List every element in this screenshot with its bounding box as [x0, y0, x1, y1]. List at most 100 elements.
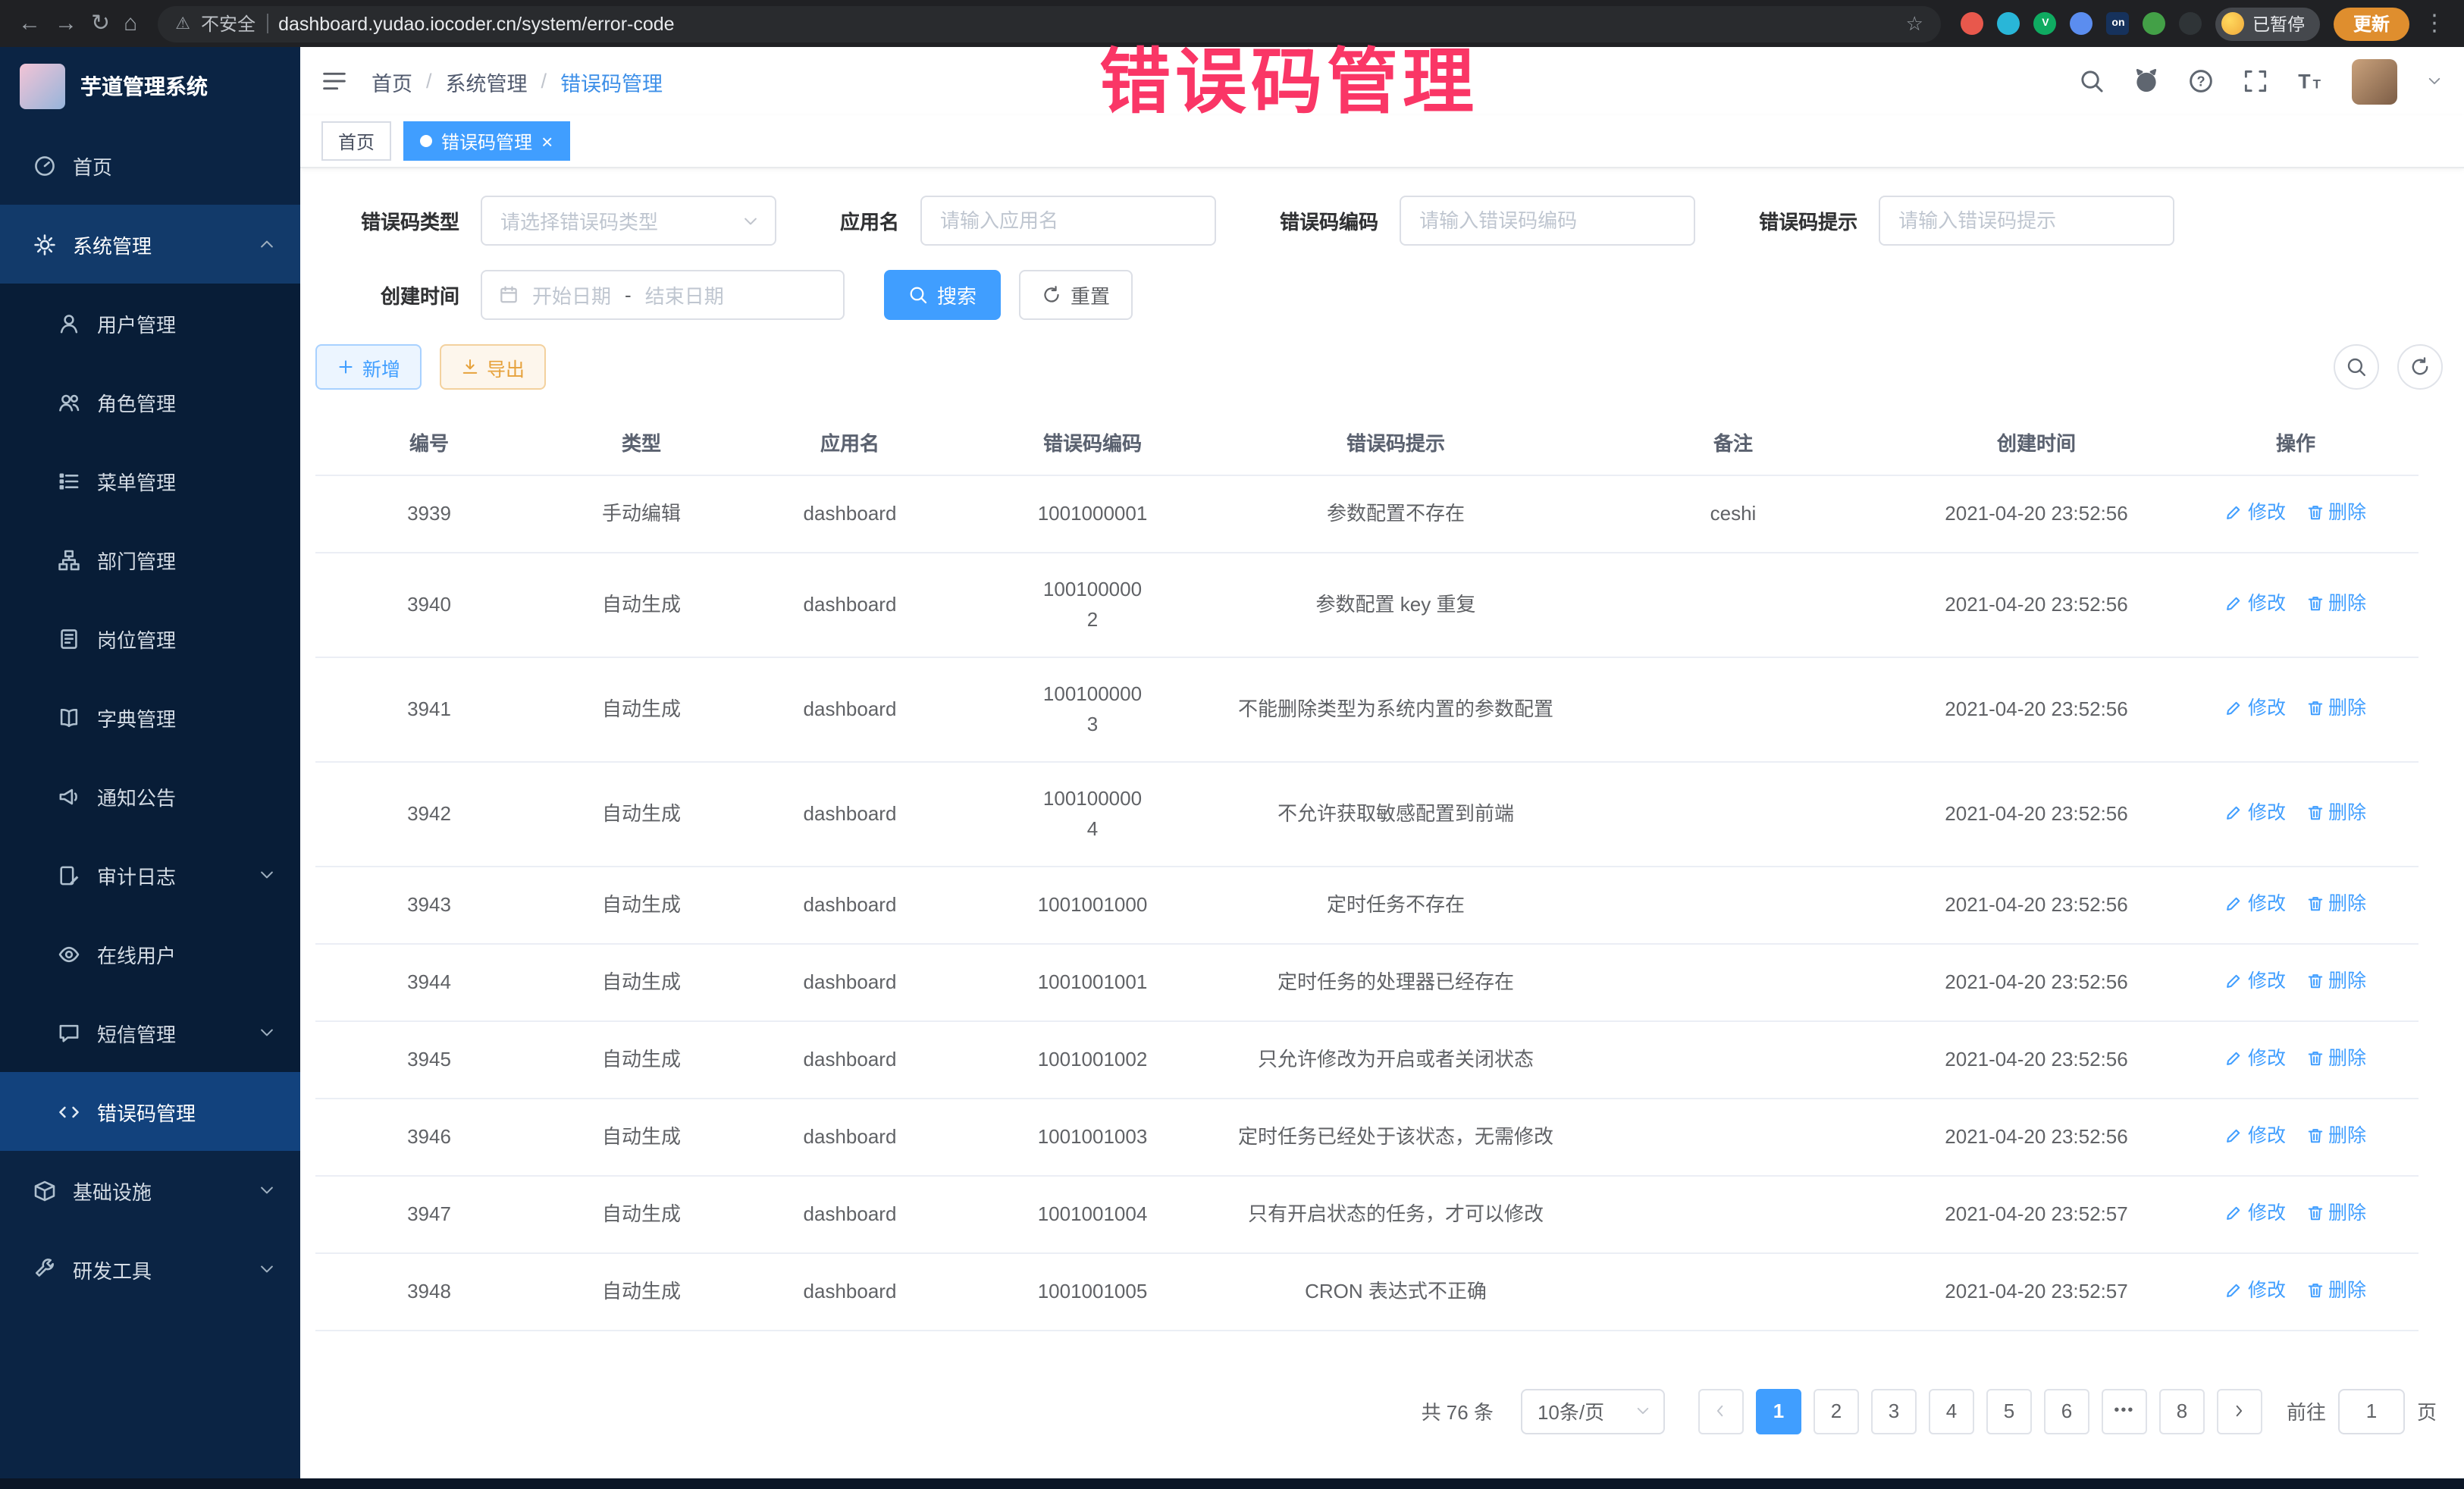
prev-page-button[interactable]	[1698, 1388, 1744, 1434]
cell-msg: 定时任务已经处于该状态，无需修改	[1225, 1098, 1566, 1175]
browser-home-icon[interactable]: ⌂	[124, 12, 137, 35]
error-type-select[interactable]: 请选择错误码类型	[481, 196, 776, 246]
sidebar-item-devtools[interactable]: 研发工具	[0, 1230, 300, 1309]
pager-ellipsis[interactable]: •••	[2102, 1388, 2147, 1434]
sidebar-item-home[interactable]: 首页	[0, 126, 300, 205]
extension-leaf-icon[interactable]	[2143, 12, 2166, 35]
delete-link[interactable]: 删除	[2306, 692, 2366, 723]
delete-link[interactable]: 删除	[2306, 1120, 2366, 1150]
browser-menu-icon[interactable]: ⋮	[2423, 12, 2446, 35]
address-bar[interactable]: ⚠ 不安全 dashboard.yudao.iocoder.cn/system/…	[157, 5, 1942, 42]
edit-link[interactable]: 修改	[2225, 797, 2286, 827]
error-code-input[interactable]	[1400, 196, 1695, 246]
page-button-3[interactable]: 3	[1871, 1388, 1917, 1434]
tab-close-icon[interactable]: ×	[541, 131, 553, 151]
column-header: 创建时间	[1900, 411, 2173, 475]
sidebar-item-user[interactable]: 用户管理	[0, 284, 300, 362]
cell-code: 1001001002	[960, 1020, 1225, 1098]
delete-link[interactable]: 删除	[2306, 1197, 2366, 1227]
reset-button[interactable]: 重置	[1019, 270, 1133, 320]
sidebar-item-infra[interactable]: 基础设施	[0, 1151, 300, 1230]
update-button[interactable]: 更新	[2334, 7, 2409, 40]
delete-link[interactable]: 删除	[2306, 965, 2366, 995]
extension-dark-pin-icon[interactable]	[2180, 12, 2202, 35]
delete-link[interactable]: 删除	[2306, 588, 2366, 618]
sidebar-item-role[interactable]: 角色管理	[0, 362, 300, 441]
next-page-button[interactable]	[2217, 1388, 2262, 1434]
user-avatar[interactable]	[2352, 58, 2397, 104]
app-name-input[interactable]	[920, 196, 1216, 246]
page-button-6[interactable]: 6	[2044, 1388, 2089, 1434]
edit-link[interactable]: 修改	[2225, 965, 2286, 995]
cell-time: 2021-04-20 23:52:57	[1900, 1252, 2173, 1330]
add-button[interactable]: 新增	[315, 344, 422, 390]
profile-paused-badge[interactable]: 已暂停	[2216, 7, 2320, 40]
sidebar-item-dict[interactable]: 字典管理	[0, 678, 300, 757]
extension-blue-grid-icon[interactable]	[2071, 12, 2093, 35]
error-hint-label: 错误码提示	[1759, 206, 1857, 235]
page-button-1[interactable]: 1	[1756, 1388, 1801, 1434]
toolbar-refresh-button[interactable]	[2397, 344, 2443, 390]
extension-green-v-icon[interactable]: V	[2034, 12, 2057, 35]
breadcrumb-system[interactable]: 系统管理	[446, 66, 528, 96]
toolbar-search-toggle-button[interactable]	[2334, 344, 2379, 390]
cell-id: 3945	[315, 1020, 543, 1098]
edit-link[interactable]: 修改	[2225, 888, 2286, 918]
edit-link[interactable]: 修改	[2225, 588, 2286, 618]
edit-link[interactable]: 修改	[2225, 1274, 2286, 1305]
sidebar-item-error-code[interactable]: 错误码管理	[0, 1072, 300, 1151]
forward-icon[interactable]: →	[55, 12, 77, 35]
delete-link[interactable]: 删除	[2306, 497, 2366, 527]
tab-home[interactable]: 首页	[321, 121, 391, 161]
edit-link[interactable]: 修改	[2225, 1120, 2286, 1150]
cell-app: dashboard	[740, 1098, 960, 1175]
sidebar-item-sms[interactable]: 短信管理	[0, 993, 300, 1072]
fullscreen-icon[interactable]	[2243, 68, 2268, 94]
sidebar-item-dept[interactable]: 部门管理	[0, 520, 300, 599]
extension-teal-icon[interactable]	[1998, 12, 2020, 35]
delete-link[interactable]: 删除	[2306, 1274, 2366, 1305]
edit-link[interactable]: 修改	[2225, 497, 2286, 527]
edit-link[interactable]: 修改	[2225, 1042, 2286, 1073]
logo-row[interactable]: 芋道管理系统	[0, 47, 300, 126]
breadcrumb-home[interactable]: 首页	[371, 66, 412, 96]
edit-link[interactable]: 修改	[2225, 692, 2286, 723]
extension-red-icon[interactable]	[1961, 12, 1984, 35]
edit-link[interactable]: 修改	[2225, 1197, 2286, 1227]
sidebar-item-system[interactable]: 系统管理	[0, 205, 300, 284]
search-icon[interactable]	[2079, 68, 2105, 94]
date-range-picker[interactable]: 开始日期 - 结束日期	[481, 270, 845, 320]
font-size-icon[interactable]: TT	[2297, 68, 2323, 94]
delete-link[interactable]: 删除	[2306, 888, 2366, 918]
cell-type: 自动生成	[543, 866, 740, 943]
sidebar-item-online-user[interactable]: 在线用户	[0, 914, 300, 993]
page-button-2[interactable]: 2	[1814, 1388, 1859, 1434]
sidebar-item-notice[interactable]: 通知公告	[0, 757, 300, 835]
pencil-icon	[2225, 803, 2243, 821]
pagination: 共 76 条10条/页123456•••8前往页	[315, 1388, 2449, 1434]
user-menu-caret-icon[interactable]	[2426, 73, 2443, 89]
tab-error-code[interactable]: 错误码管理×	[403, 121, 569, 161]
extension-dark-on-icon[interactable]: on	[2107, 12, 2130, 35]
collapse-sidebar-icon[interactable]	[321, 68, 347, 94]
back-icon[interactable]: ←	[18, 12, 41, 35]
reload-icon[interactable]: ↻	[91, 12, 110, 35]
search-button[interactable]: 搜索	[884, 270, 1001, 320]
delete-link[interactable]: 删除	[2306, 1042, 2366, 1073]
main-area: 首页 / 系统管理 / 错误码管理 ?TT 首页错误码管理× 错误码类型 请选择…	[300, 47, 2464, 1489]
github-icon[interactable]	[2133, 68, 2159, 94]
page-button-8[interactable]: 8	[2159, 1388, 2205, 1434]
sidebar-item-menu[interactable]: 菜单管理	[0, 441, 300, 520]
bookmark-star-icon[interactable]: ☆	[1906, 14, 1923, 33]
help-icon[interactable]: ?	[2188, 68, 2214, 94]
page-size-select[interactable]: 10条/页	[1521, 1388, 1665, 1434]
goto-page-input[interactable]	[2338, 1388, 2405, 1434]
page-button-4[interactable]: 4	[1929, 1388, 1974, 1434]
cell-remark	[1566, 1252, 1900, 1330]
export-button[interactable]: 导出	[440, 344, 546, 390]
error-hint-input[interactable]	[1879, 196, 2174, 246]
sidebar-item-post[interactable]: 岗位管理	[0, 599, 300, 678]
sidebar-item-audit-log[interactable]: 审计日志	[0, 835, 300, 914]
delete-link[interactable]: 删除	[2306, 797, 2366, 827]
page-button-5[interactable]: 5	[1986, 1388, 2032, 1434]
